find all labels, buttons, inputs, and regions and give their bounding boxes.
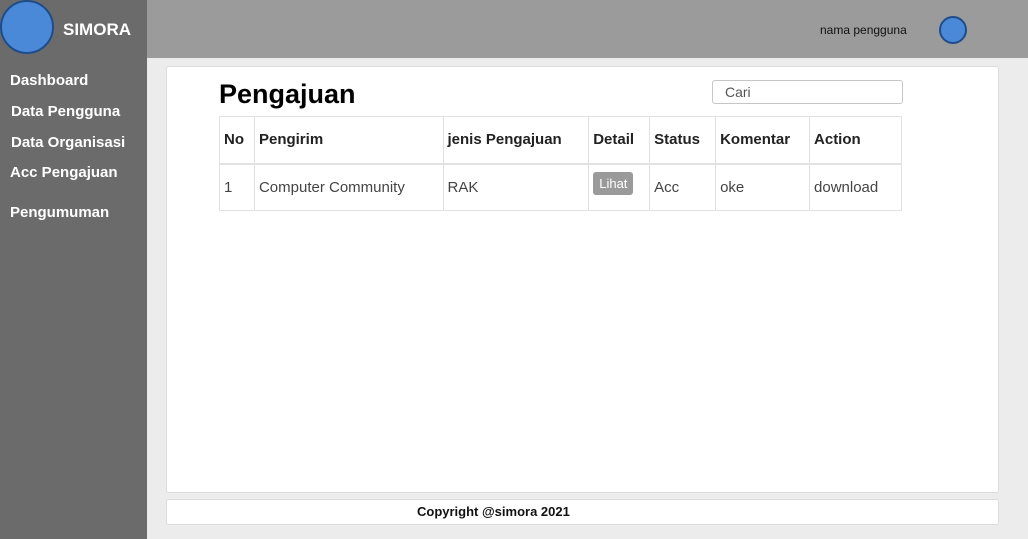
sidebar-item-acc-pengajuan[interactable]: Acc Pengajuan — [10, 164, 118, 181]
sidebar: SIMORA Dashboard Data Pengguna Data Orga… — [0, 0, 147, 539]
user-name[interactable]: nama pengguna — [820, 23, 907, 37]
cell-status: Acc — [649, 163, 717, 211]
content-card: Pengajuan No Pengirim jenis Pengajuan De… — [166, 66, 999, 493]
cell-no: 1 — [219, 163, 255, 211]
avatar[interactable] — [939, 16, 967, 44]
column-header-jenis: jenis Pengajuan — [442, 116, 590, 165]
copyright-text: Copyright @simora 2021 — [417, 504, 570, 519]
table-row: 1 Computer Community RAK Lihat Acc oke d… — [219, 163, 902, 211]
column-header-status: Status — [649, 116, 717, 165]
submission-table: No Pengirim jenis Pengajuan Detail Statu… — [219, 116, 902, 211]
sidebar-item-dashboard[interactable]: Dashboard — [10, 72, 88, 89]
brand-name: SIMORA — [63, 20, 131, 39]
column-header-komentar: Komentar — [715, 116, 811, 165]
lihat-button[interactable]: Lihat — [593, 171, 634, 195]
logo-icon — [0, 0, 54, 54]
brand: SIMORA — [0, 0, 147, 58]
table-header-row: No Pengirim jenis Pengajuan Detail Statu… — [219, 116, 902, 165]
sidebar-item-data-organisasi[interactable]: Data Organisasi — [11, 134, 125, 151]
page-title: Pengajuan — [219, 79, 356, 109]
column-header-detail: Detail — [588, 116, 651, 165]
cell-action[interactable]: download — [809, 163, 902, 211]
cell-detail: Lihat — [588, 163, 651, 211]
search-input[interactable] — [712, 80, 903, 104]
topbar: nama pengguna — [147, 0, 1028, 58]
column-header-action: Action — [809, 116, 902, 165]
footer: Copyright @simora 2021 — [166, 499, 999, 525]
sidebar-item-data-pengguna[interactable]: Data Pengguna — [11, 103, 120, 120]
sidebar-item-pengumuman[interactable]: Pengumuman — [10, 204, 109, 221]
column-header-pengirim: Pengirim — [253, 116, 444, 165]
cell-komentar: oke — [715, 163, 811, 211]
column-header-no: No — [219, 116, 255, 165]
cell-pengirim: Computer Community — [253, 163, 444, 211]
cell-jenis: RAK — [442, 163, 590, 211]
